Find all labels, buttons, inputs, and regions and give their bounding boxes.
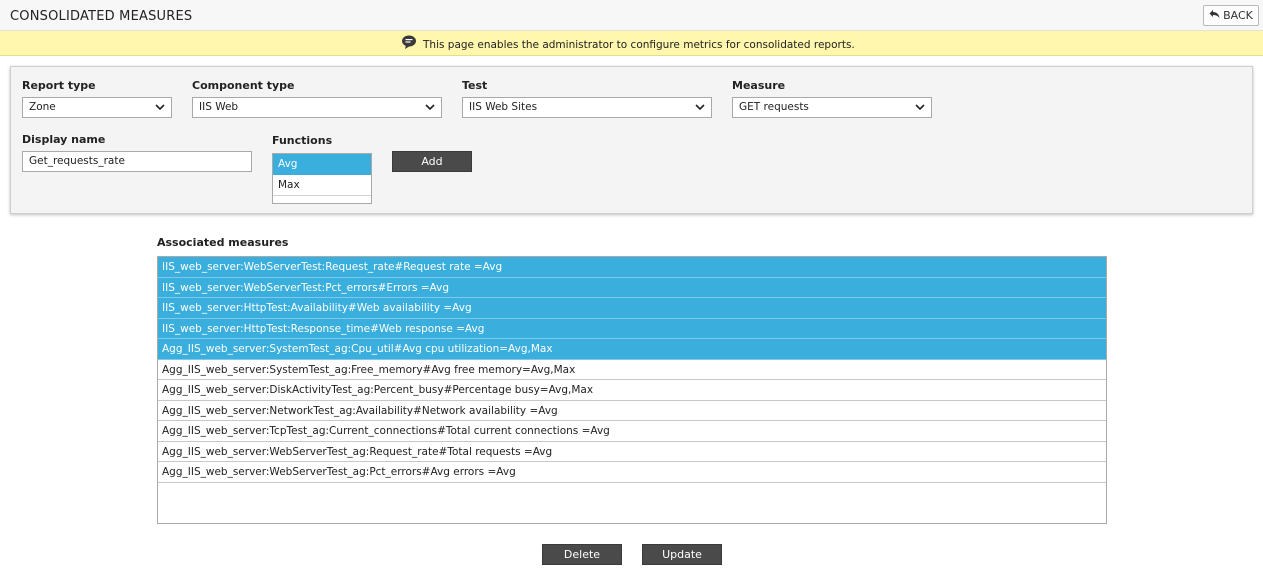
list-item[interactable]: Agg_IIS_web_server:WebServerTest_ag:Requ… <box>158 442 1106 462</box>
measure-select[interactable]: GET requests <box>732 97 932 118</box>
chevron-down-icon <box>915 104 925 111</box>
associated-measures-label: Associated measures <box>157 236 289 249</box>
measure-label: Measure <box>732 79 786 92</box>
functions-label: Functions <box>272 134 333 147</box>
add-button[interactable]: Add <box>392 151 472 172</box>
list-item[interactable]: Agg_IIS_web_server:SystemTest_ag:Cpu_uti… <box>158 339 1106 360</box>
back-button[interactable]: BACK <box>1203 5 1259 26</box>
info-message: This page enables the administrator to c… <box>423 39 855 51</box>
list-item[interactable]: IIS_web_server:WebServerTest:Pct_errors#… <box>158 277 1106 298</box>
speech-bubble-icon <box>401 34 417 50</box>
title-bar: CONSOLIDATED MEASURES BACK <box>0 0 1263 31</box>
test-select[interactable]: IIS Web Sites <box>462 97 712 118</box>
back-label: BACK <box>1223 9 1253 22</box>
list-item[interactable]: IIS_web_server:WebServerTest:Request_rat… <box>158 257 1106 278</box>
function-option-avg[interactable]: Avg <box>273 154 371 175</box>
test-value: IIS Web Sites <box>469 101 538 113</box>
page-title: CONSOLIDATED MEASURES <box>10 9 193 24</box>
report-type-select[interactable]: Zone <box>22 97 172 118</box>
functions-listbox[interactable]: Avg Max <box>272 153 372 204</box>
back-arrow-icon <box>1209 9 1220 22</box>
measure-value: GET requests <box>739 101 809 113</box>
list-item[interactable]: IIS_web_server:HttpTest:Response_time#We… <box>158 318 1106 339</box>
list-item[interactable]: Agg_IIS_web_server:WebServerTest_ag:Pct_… <box>158 462 1106 483</box>
display-name-input[interactable]: Get_requests_rate <box>22 151 252 172</box>
report-type-value: Zone <box>29 101 56 113</box>
list-item[interactable]: IIS_web_server:HttpTest:Availability#Web… <box>158 298 1106 319</box>
info-bar: This page enables the administrator to c… <box>0 31 1263 56</box>
component-type-select[interactable]: IIS Web <box>192 97 442 118</box>
measure-config-panel: Report type Zone Component type IIS Web … <box>10 66 1253 214</box>
list-item[interactable]: Agg_IIS_web_server:TcpTest_ag:Current_co… <box>158 421 1106 442</box>
display-name-label: Display name <box>22 133 106 146</box>
test-label: Test <box>462 79 488 92</box>
update-button[interactable]: Update <box>642 544 722 565</box>
list-item[interactable]: Agg_IIS_web_server:SystemTest_ag:Free_me… <box>158 360 1106 380</box>
list-item[interactable]: Agg_IIS_web_server:DiskActivityTest_ag:P… <box>158 380 1106 401</box>
chevron-down-icon <box>695 104 705 111</box>
associated-measures-list[interactable]: IIS_web_server:WebServerTest:Request_rat… <box>157 256 1107 524</box>
list-item[interactable]: Agg_IIS_web_server:NetworkTest_ag:Availa… <box>158 401 1106 421</box>
report-type-label: Report type <box>22 79 96 92</box>
component-type-label: Component type <box>192 79 295 92</box>
chevron-down-icon <box>155 104 165 111</box>
display-name-value: Get_requests_rate <box>29 155 125 167</box>
delete-button[interactable]: Delete <box>542 544 622 565</box>
function-option-max[interactable]: Max <box>273 175 371 196</box>
chevron-down-icon <box>425 104 435 111</box>
component-type-value: IIS Web <box>199 101 239 113</box>
